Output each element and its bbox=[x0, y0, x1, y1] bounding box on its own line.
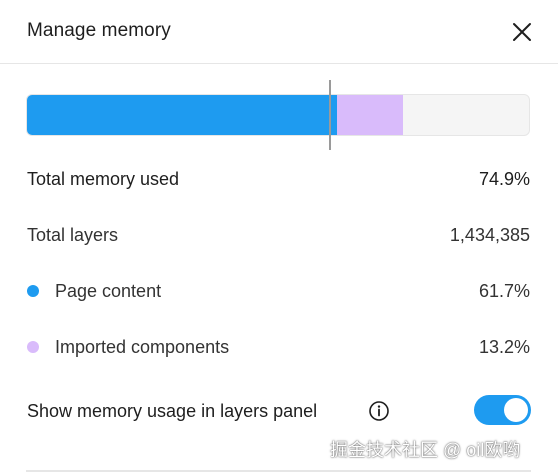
footer-divider bbox=[26, 470, 531, 472]
info-icon[interactable] bbox=[368, 400, 390, 422]
page-content-row: Page content 61.7% bbox=[27, 277, 530, 305]
dialog-header: Manage memory bbox=[0, 0, 558, 64]
page-content-label: Page content bbox=[55, 281, 162, 301]
show-memory-usage-setting: Show memory usage in layers panel bbox=[27, 395, 531, 427]
total-layers-label: Total layers bbox=[27, 225, 119, 245]
show-memory-usage-label: Show memory usage in layers panel bbox=[27, 401, 318, 421]
total-layers-value: 1,434,385 bbox=[449, 225, 530, 245]
close-icon bbox=[513, 23, 531, 41]
manage-memory-dialog: Manage memory Total memory used 74.9% To… bbox=[0, 0, 558, 475]
imported-components-value: 13.2% bbox=[478, 337, 530, 357]
close-button[interactable] bbox=[508, 18, 536, 46]
total-memory-value: 74.9% bbox=[478, 169, 530, 189]
imported-components-label: Imported components bbox=[55, 337, 230, 357]
toggle-knob bbox=[504, 398, 528, 422]
imported-components-row: Imported components 13.2% bbox=[27, 333, 530, 361]
page-content-value: 61.7% bbox=[478, 281, 530, 301]
dialog-title: Manage memory bbox=[27, 20, 171, 41]
memory-usage-bar bbox=[26, 94, 530, 136]
total-layers-row: Total layers 1,434,385 bbox=[27, 221, 530, 249]
memory-bar-segment-imported-components bbox=[337, 95, 403, 135]
total-memory-label: Total memory used bbox=[27, 169, 180, 189]
imported-components-dot bbox=[27, 341, 39, 353]
page-content-dot bbox=[27, 285, 39, 297]
total-memory-row: Total memory used 74.9% bbox=[27, 165, 530, 193]
memory-bar-segment-page-content bbox=[27, 95, 337, 135]
memory-limit-marker bbox=[329, 80, 331, 150]
show-memory-usage-toggle[interactable] bbox=[474, 395, 531, 425]
watermark: 掘金技术社区 @ oil欧哟 bbox=[330, 440, 521, 460]
